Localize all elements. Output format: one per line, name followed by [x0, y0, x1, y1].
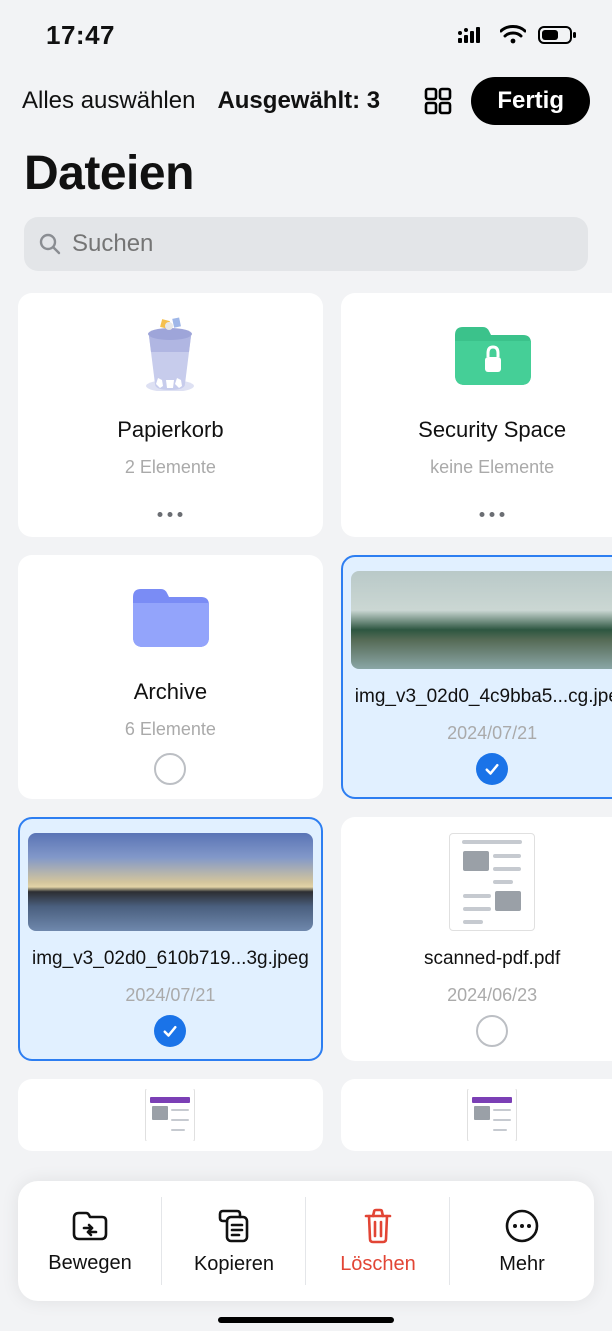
folder-label: Archive — [134, 653, 207, 705]
move-icon — [70, 1208, 110, 1244]
file-name: img_v3_02d0_610b719...3g.jpeg — [28, 931, 313, 981]
done-button[interactable]: Fertig — [471, 77, 590, 125]
folder-sub: 6 Elemente — [125, 705, 216, 740]
file-thumbnail — [28, 833, 313, 931]
folder-label: Security Space — [418, 391, 566, 443]
toolbar-label: Löschen — [340, 1253, 416, 1276]
folder-label: Papierkorb — [117, 391, 223, 443]
file-name: img_v3_02d0_4c9bba5...cg.jpeg — [351, 669, 612, 719]
search-icon — [38, 232, 62, 256]
status-time: 17:47 — [46, 20, 115, 51]
home-indicator — [218, 1317, 394, 1323]
file-item[interactable] — [341, 1079, 612, 1151]
select-circle-checked[interactable] — [476, 753, 508, 785]
file-name: scanned-pdf.pdf — [420, 931, 564, 981]
select-circle-checked[interactable] — [154, 1015, 186, 1047]
status-bar: 17:47 — [0, 0, 612, 70]
cell-signal-icon — [458, 25, 488, 45]
folder-archive[interactable]: Archive 6 Elemente — [18, 555, 323, 799]
file-thumbnail — [351, 571, 612, 669]
selected-count: Ausgewählt: 3 — [217, 87, 380, 115]
copy-button[interactable]: Kopieren — [162, 1181, 306, 1301]
search-bar[interactable] — [24, 217, 588, 271]
trash-icon — [133, 312, 207, 391]
page-title: Dateien — [0, 132, 612, 207]
more-button[interactable]: Mehr — [450, 1181, 594, 1301]
file-item[interactable] — [18, 1079, 323, 1151]
file-date: 2024/06/23 — [447, 981, 537, 1006]
toolbar-label: Mehr — [499, 1253, 545, 1276]
toolbar-label: Bewegen — [48, 1252, 131, 1275]
top-actions: Alles auswählen Ausgewählt: 3 Fertig — [0, 70, 612, 132]
file-thumbnail — [351, 1089, 612, 1141]
more-icon[interactable] — [480, 512, 505, 517]
file-thumbnail — [351, 833, 612, 931]
file-item[interactable]: scanned-pdf.pdf 2024/06/23 — [341, 817, 612, 1061]
status-indicators — [458, 25, 578, 45]
folder-security-space[interactable]: Security Space keine Elemente — [341, 293, 612, 537]
more-icon[interactable] — [158, 512, 183, 517]
trash-icon — [360, 1207, 396, 1245]
battery-icon — [538, 25, 578, 45]
bottom-toolbar: Bewegen Kopieren Löschen Me — [18, 1181, 594, 1301]
select-circle[interactable] — [154, 753, 186, 785]
file-date: 2024/07/21 — [447, 719, 537, 744]
move-button[interactable]: Bewegen — [18, 1181, 162, 1301]
file-date: 2024/07/21 — [125, 981, 215, 1006]
folder-sub: 2 Elemente — [125, 443, 216, 478]
delete-button[interactable]: Löschen — [306, 1181, 450, 1301]
layout-toggle-icon[interactable] — [421, 84, 455, 118]
file-item[interactable]: img_v3_02d0_4c9bba5...cg.jpeg 2024/07/21 — [341, 555, 612, 799]
folder-trash[interactable]: Papierkorb 2 Elemente — [18, 293, 323, 537]
folder-icon — [127, 579, 213, 651]
folder-sub: keine Elemente — [430, 443, 554, 478]
search-input[interactable] — [72, 230, 574, 258]
file-grid: Papierkorb 2 Elemente Security Space kei… — [0, 271, 612, 1151]
select-all-button[interactable]: Alles auswählen — [22, 87, 195, 115]
toolbar-label: Kopieren — [194, 1253, 274, 1276]
file-thumbnail — [28, 1089, 313, 1141]
file-item[interactable]: img_v3_02d0_610b719...3g.jpeg 2024/07/21 — [18, 817, 323, 1061]
lock-folder-icon — [449, 317, 535, 389]
copy-icon — [215, 1207, 253, 1245]
select-circle[interactable] — [476, 1015, 508, 1047]
more-icon — [503, 1207, 541, 1245]
wifi-icon — [500, 25, 526, 45]
